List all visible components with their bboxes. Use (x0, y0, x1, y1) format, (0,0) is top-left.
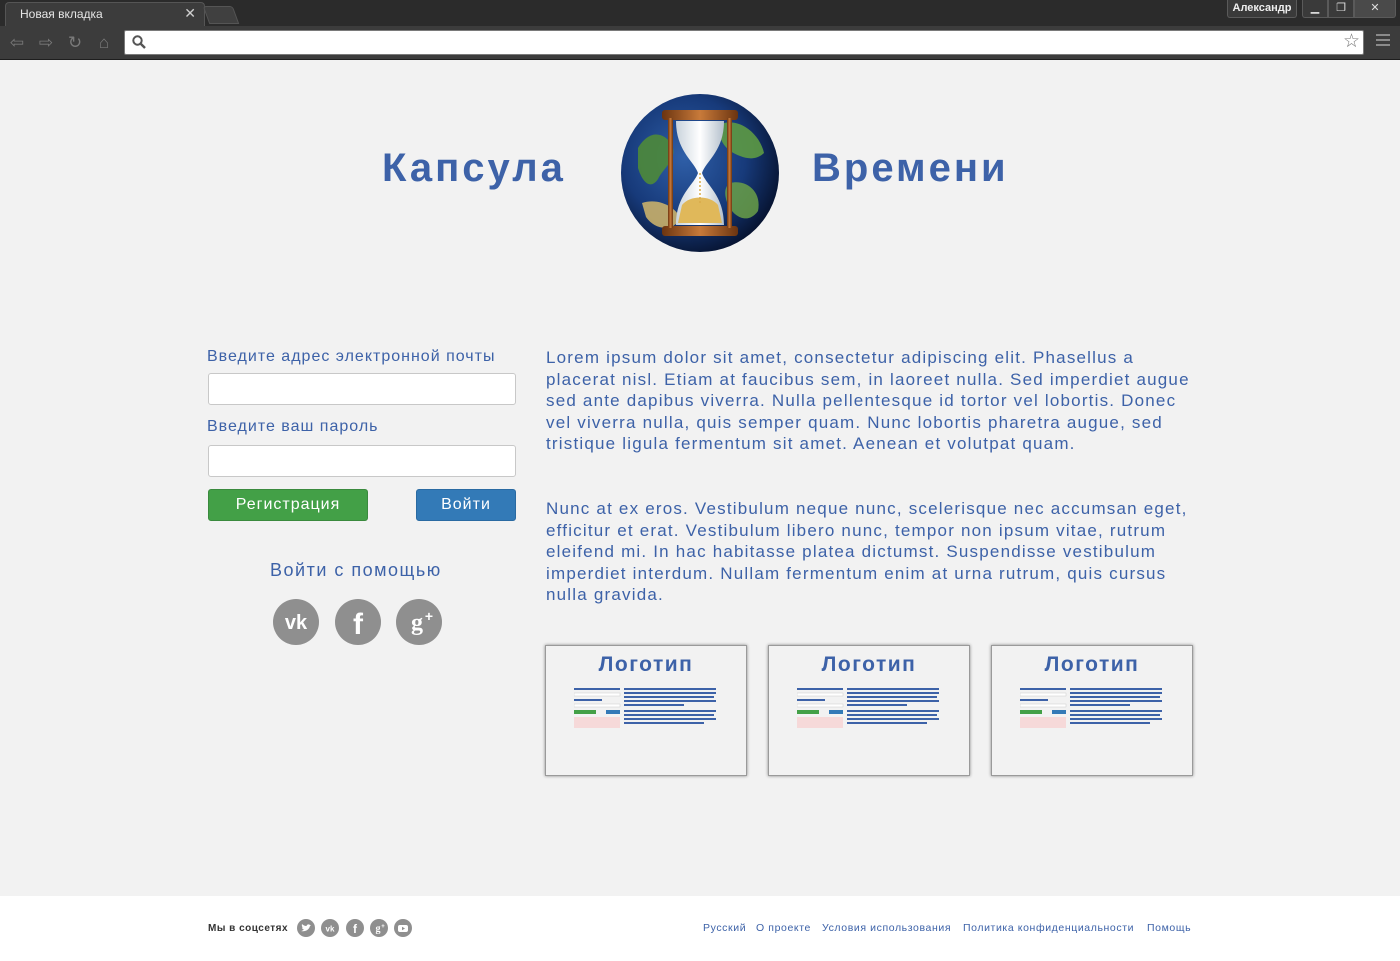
intro-paragraph-2: Nunc at ex eros. Vestibulum neque nunc, … (546, 499, 1188, 605)
page-thumbnail (574, 688, 716, 728)
logo-card-2[interactable]: Логотип (768, 645, 970, 776)
social-login-title: Войти с помощью (270, 560, 442, 580)
vk-icon[interactable]: vk (273, 599, 319, 645)
bookmark-star-icon[interactable]: ☆ (1343, 32, 1360, 52)
browser-titlebar: Новая вкладка ✕ Александр ▁ ❐ ✕ (0, 0, 1400, 26)
svg-text:f: f (353, 922, 358, 936)
svg-text:+: + (425, 608, 433, 624)
profile-button[interactable]: Александр (1227, 0, 1297, 18)
omnibox[interactable]: ☆ (124, 30, 1364, 55)
search-icon (132, 35, 146, 49)
intro-paragraph-1: Lorem ipsum dolor sit amet, consectetur … (546, 348, 1190, 454)
footer-link-terms[interactable]: Условия использования (822, 922, 951, 934)
svg-text:+: + (381, 924, 385, 930)
svg-text:vk: vk (326, 925, 335, 934)
logo-card-1[interactable]: Логотип (545, 645, 747, 776)
footer-link-language[interactable]: Русский (703, 922, 746, 934)
svg-text:g: g (376, 924, 381, 935)
email-label: Введите адрес электронной почты (207, 348, 496, 365)
google-plus-icon[interactable]: g + (370, 919, 388, 937)
email-field[interactable] (208, 373, 516, 405)
google-plus-icon[interactable]: g + (396, 599, 442, 645)
card-title: Логотип (821, 653, 917, 676)
svg-text:f: f (353, 608, 364, 641)
register-button[interactable]: Регистрация (208, 489, 368, 521)
facebook-icon[interactable]: f (335, 599, 381, 645)
home-icon[interactable]: ⌂ (94, 33, 114, 53)
restore-icon[interactable]: ❐ (1328, 0, 1354, 18)
vk-icon[interactable]: vk (321, 919, 339, 937)
footer-link-about[interactable]: О проекте (756, 922, 811, 934)
card-title: Логотип (1044, 653, 1140, 676)
footer-link-help[interactable]: Помощь (1147, 922, 1191, 934)
browser-menu-icon[interactable] (1376, 34, 1390, 50)
back-icon[interactable]: ⇦ (7, 33, 27, 53)
svg-text:g: g (411, 610, 423, 636)
tab-title: Новая вкладка (20, 7, 103, 21)
reload-icon[interactable]: ↻ (65, 33, 85, 53)
window-close-icon[interactable]: ✕ (1354, 0, 1396, 18)
twitter-icon[interactable] (297, 919, 315, 937)
forward-icon[interactable]: ⇨ (36, 33, 56, 53)
svg-text:vk: vk (285, 612, 308, 634)
footer: Мы в соцсетях vk f g + Русский О проекте … (0, 896, 1400, 961)
password-label: Введите ваш пароль (207, 418, 379, 435)
footer-link-privacy[interactable]: Политика конфиденциальности (963, 922, 1134, 934)
new-tab-button[interactable] (202, 6, 240, 24)
facebook-icon[interactable]: f (346, 919, 364, 937)
brand-title-right: Времени (812, 146, 1009, 190)
card-title: Логотип (598, 653, 694, 676)
address-input[interactable] (153, 33, 1333, 52)
brand-title-left: Капсула (382, 146, 566, 190)
password-field[interactable] (208, 445, 516, 477)
footer-social-label: Мы в соцсетях (208, 923, 289, 934)
youtube-icon[interactable] (394, 919, 412, 937)
browser-tab[interactable]: Новая вкладка ✕ (5, 2, 205, 26)
page-thumbnail (1020, 688, 1162, 728)
minimize-icon[interactable]: ▁ (1302, 0, 1328, 18)
logo-card-3[interactable]: Логотип (991, 645, 1193, 776)
browser-toolbar: ⇦ ⇨ ↻ ⌂ ☆ (0, 26, 1400, 60)
page-thumbnail (797, 688, 939, 728)
tab-close-icon[interactable]: ✕ (184, 5, 196, 22)
login-button[interactable]: Войти (416, 489, 516, 521)
hourglass-globe-logo (621, 94, 779, 252)
